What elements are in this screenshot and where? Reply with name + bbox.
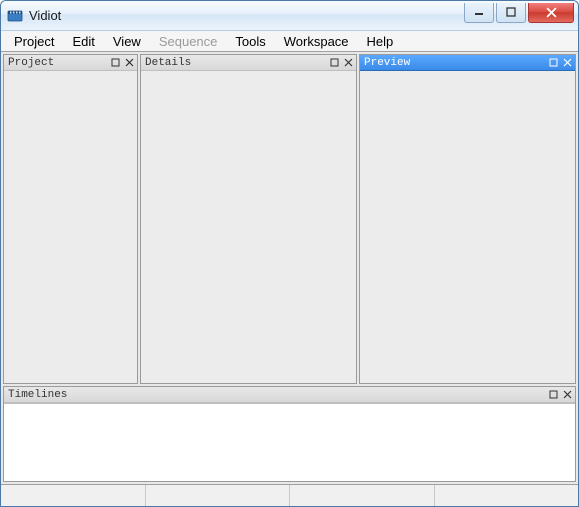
minimize-button[interactable] — [464, 3, 494, 23]
window-title: Vidiot — [29, 8, 462, 23]
panel-project: Project — [3, 54, 138, 384]
menu-tools[interactable]: Tools — [226, 32, 274, 51]
statusbar — [1, 484, 578, 506]
panel-project-maximize-button[interactable] — [109, 57, 121, 69]
close-icon — [344, 58, 353, 67]
close-icon — [546, 7, 557, 18]
panel-project-header[interactable]: Project — [4, 55, 137, 71]
panel-preview-maximize-button[interactable] — [547, 57, 559, 69]
close-button[interactable] — [528, 3, 574, 23]
status-cell-2 — [289, 485, 434, 506]
minimize-icon — [474, 7, 484, 17]
panel-project-title: Project — [8, 57, 107, 69]
menu-view[interactable]: View — [104, 32, 150, 51]
menu-workspace[interactable]: Workspace — [275, 32, 358, 51]
main-window: Vidiot Project Edit View Sequence — [0, 0, 579, 507]
panel-timelines-title: Timelines — [8, 389, 545, 401]
panel-project-body[interactable] — [4, 71, 137, 383]
app-icon — [7, 8, 23, 24]
workarea: Project Details — [1, 52, 578, 484]
close-icon — [125, 58, 134, 67]
status-cell-1 — [145, 485, 290, 506]
maximize-icon — [549, 58, 558, 67]
panel-timelines-body[interactable] — [4, 403, 575, 481]
status-cell-0 — [1, 485, 145, 506]
panel-details-title: Details — [145, 57, 326, 69]
panel-details-body[interactable] — [141, 71, 356, 383]
maximize-icon — [330, 58, 339, 67]
panel-timelines-header[interactable]: Timelines — [4, 387, 575, 403]
menu-project[interactable]: Project — [5, 32, 63, 51]
titlebar[interactable]: Vidiot — [1, 1, 578, 31]
panel-timelines-maximize-button[interactable] — [547, 389, 559, 401]
panel-details-maximize-button[interactable] — [328, 57, 340, 69]
maximize-icon — [549, 390, 558, 399]
upper-panels: Project Details — [3, 54, 576, 384]
maximize-icon — [111, 58, 120, 67]
panel-details-close-button[interactable] — [342, 57, 354, 69]
lower-panels: Timelines — [3, 386, 576, 482]
panel-details: Details — [140, 54, 357, 384]
menu-sequence: Sequence — [150, 32, 227, 51]
panel-preview-title: Preview — [364, 57, 545, 69]
panel-preview-close-button[interactable] — [561, 57, 573, 69]
close-icon — [563, 58, 572, 67]
panel-details-header[interactable]: Details — [141, 55, 356, 71]
maximize-icon — [506, 7, 516, 17]
panel-preview-header[interactable]: Preview — [360, 55, 575, 71]
panel-project-close-button[interactable] — [123, 57, 135, 69]
menu-edit[interactable]: Edit — [63, 32, 103, 51]
panel-timelines: Timelines — [3, 386, 576, 482]
panel-preview: Preview — [359, 54, 576, 384]
window-controls — [462, 3, 574, 23]
status-cell-3 — [434, 485, 579, 506]
panel-preview-body[interactable] — [360, 71, 575, 383]
menubar: Project Edit View Sequence Tools Workspa… — [1, 31, 578, 52]
menu-help[interactable]: Help — [358, 32, 403, 51]
close-icon — [563, 390, 572, 399]
maximize-button[interactable] — [496, 3, 526, 23]
panel-timelines-close-button[interactable] — [561, 389, 573, 401]
